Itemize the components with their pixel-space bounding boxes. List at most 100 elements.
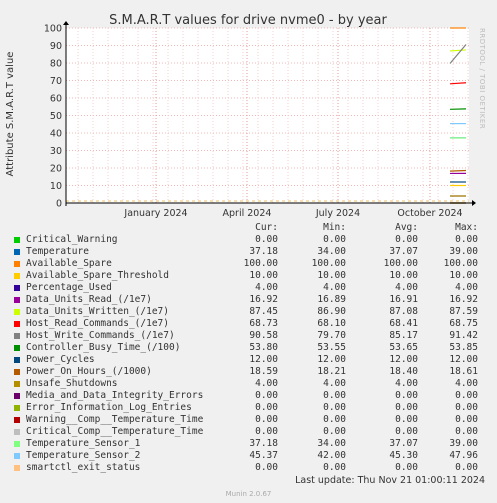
legend-swatch — [14, 237, 20, 243]
legend-min-value: 4.00 — [323, 378, 346, 389]
legend-swatch — [14, 285, 20, 291]
legend-row: Unsafe_Shutdowns 4.00 4.00 4.00 4.00 — [14, 378, 484, 390]
header-min: Min: — [323, 222, 346, 233]
legend-swatch — [14, 345, 20, 351]
y-tick-label: 80 — [50, 59, 62, 70]
legend-max-value: 18.61 — [449, 366, 478, 377]
legend-row: Data_Units_Written_(/1e7) 87.45 86.90 87.08… — [14, 306, 484, 318]
legend-max-value: 0.00 — [455, 402, 478, 413]
legend-row: Host_Write_Commands_(/1e7) 90.58 79.70 85.1… — [14, 330, 484, 342]
legend-series-name: Unsafe_Shutdowns — [26, 378, 118, 389]
y-axis-arrow — [63, 21, 69, 25]
legend-row: Media_and_Data_Integrity_Errors 0.00 0.00 0… — [14, 390, 484, 402]
legend-min-value: 0.00 — [323, 462, 346, 473]
header-cur: Cur: — [255, 222, 278, 233]
y-tick-label: 100 — [44, 24, 62, 35]
legend-series-name: Controller_Busy_Time_(/100) — [26, 342, 181, 353]
legend-cur-value: 0.00 — [255, 390, 278, 401]
legend-max-value: 53.85 — [449, 342, 478, 353]
legend-max-value: 0.00 — [455, 390, 478, 401]
legend-max-value: 0.00 — [455, 414, 478, 425]
legend-swatch — [14, 273, 20, 279]
y-tick-label: 30 — [50, 146, 62, 157]
legend-cur-value: 16.92 — [249, 294, 278, 305]
legend-swatch — [14, 381, 20, 387]
y-tick-labels: 0 10 20 30 40 50 60 70 80 90 100 — [44, 24, 62, 210]
legend-series-name: Available_Spare_Threshold — [26, 270, 169, 281]
x-tick-label: July 2024 — [315, 208, 360, 219]
smart-values-chart: 0 10 20 30 40 50 60 70 80 90 100 January 2024 April… — [5, 13, 476, 219]
legend-cur-value: 87.45 — [249, 306, 278, 317]
legend-row: Percentage_Used 4.00 4.00 4.00 4.00 — [14, 282, 484, 294]
legend-max-value: 100.00 — [443, 258, 478, 269]
legend-series-name: Percentage_Used — [26, 282, 112, 293]
legend-series-name: Temperature — [26, 246, 89, 257]
x-tick-label: October 2024 — [397, 208, 462, 219]
legend-min-value: 53.55 — [317, 342, 346, 353]
legend-swatch — [14, 441, 20, 447]
legend-min-value: 68.10 — [317, 318, 346, 329]
legend-row: Host_Read_Commands_(/1e7) 68.73 68.10 68.41… — [14, 318, 484, 330]
y-tick-label: 90 — [50, 41, 62, 52]
legend-series-name: Media_and_Data_Integrity_Errors — [26, 390, 204, 401]
legend-row: Temperature 37.18 34.00 37.07 39.00 — [14, 246, 484, 258]
legend-min-value: 86.90 — [317, 306, 346, 317]
legend-max-value: 39.00 — [449, 246, 478, 257]
legend-swatch — [14, 393, 20, 399]
last-update: Last update: Thu Nov 21 01:00:11 2024 — [295, 475, 485, 486]
munin-version: Munin 2.0.67 — [225, 490, 272, 498]
legend-swatch — [14, 333, 20, 339]
legend-max-value: 4.00 — [455, 282, 478, 293]
legend-min-value: 34.00 — [317, 246, 346, 257]
legend-cur-value: 68.73 — [249, 318, 278, 329]
legend-min-value: 16.89 — [317, 294, 346, 305]
x-tick-label: January 2024 — [123, 208, 187, 219]
legend-cur-value: 4.00 — [255, 282, 278, 293]
legend-max-value: 0.00 — [455, 234, 478, 245]
legend-cur-value: 90.58 — [249, 330, 278, 341]
legend-swatch — [14, 297, 20, 303]
legend-series-name: Host_Read_Commands_(/1e7) — [26, 318, 169, 329]
legend-row: Available_Spare_Threshold 10.00 10.00 10.00… — [14, 270, 484, 282]
legend-min-value: 10.00 — [317, 270, 346, 281]
legend-min-value: 100.00 — [311, 258, 346, 269]
legend-row: Error_Information_Log_Entries 0.00 0.00 0.0… — [14, 402, 484, 414]
legend-swatch — [14, 465, 20, 471]
y-tick-label: 60 — [50, 94, 62, 105]
legend-row: Critical_Warning 0.00 0.00 0.00 0.00 — [14, 234, 484, 246]
legend-row: Temperature_Sensor_1 37.18 34.00 37.07 39.00 — [14, 438, 484, 450]
legend-series-name: smartctl_exit_status — [26, 462, 141, 473]
legend-swatch — [14, 261, 20, 267]
legend-min-value: 79.70 — [317, 330, 346, 341]
legend-cur-value: 0.00 — [255, 402, 278, 413]
rrdtool-credit: RRDTOOL / TOBI OETIKER — [478, 28, 486, 130]
y-tick-label: 0 — [56, 199, 62, 210]
legend-cur-value: 0.00 — [255, 426, 278, 437]
legend-row: Controller_Busy_Time_(/100) 53.80 53.55 53.… — [14, 342, 484, 354]
legend-series-name: Warning__Comp__Temperature_Time — [26, 414, 204, 425]
legend-swatch — [14, 321, 20, 327]
legend-min-value: 0.00 — [323, 414, 346, 425]
legend-row: Power_On_Hours_(/1000) 18.59 18.21 18.40 18.… — [14, 366, 484, 378]
legend-cur-value: 18.59 — [249, 366, 278, 377]
legend-row: Temperature_Sensor_2 45.37 42.00 45.30 47.96 — [14, 450, 484, 462]
legend-series-name: Temperature_Sensor_2 — [26, 450, 141, 461]
y-tick-label: 10 — [50, 181, 62, 192]
legend-series-name: Host_Write_Commands_(/1e7) — [26, 330, 175, 341]
legend-row: Warning__Comp__Temperature_Time 0.00 0.00 0… — [14, 414, 484, 426]
legend-swatch — [14, 453, 20, 459]
legend-series-name: Data_Units_Written_(/1e7) — [26, 306, 169, 317]
legend-series-name: Available_Spare — [26, 258, 112, 269]
legend-min-value: 18.21 — [317, 366, 346, 377]
legend-cur-value: 37.18 — [249, 438, 278, 449]
legend-series-name: Power_Cycles — [26, 354, 95, 365]
legend-max-value: 91.42 — [449, 330, 478, 341]
y-tick-label: 20 — [50, 164, 62, 175]
legend-cur-value: 0.00 — [255, 462, 278, 473]
y-tick-label: 50 — [50, 111, 62, 122]
legend-max-value: 16.92 — [449, 294, 478, 305]
legend-series-name: Error_Information_Log_Entries — [26, 402, 192, 413]
legend-row: Critical_Comp__Temperature_Time 0.00 0.00 0… — [14, 426, 484, 438]
legend-max-value: 4.00 — [455, 378, 478, 389]
legend-swatch — [14, 369, 20, 375]
